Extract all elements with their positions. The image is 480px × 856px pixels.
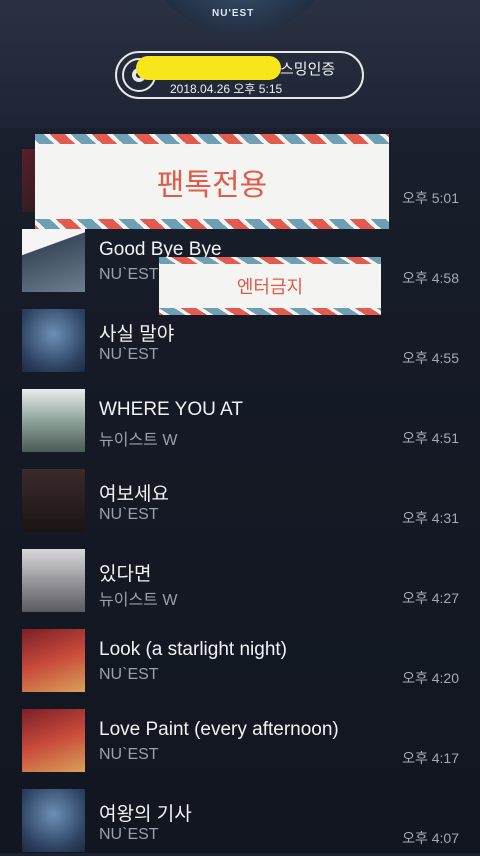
track-time: 오후 4:31 [402,510,459,526]
track-artist: 뉴이스트 W [99,432,178,449]
album-thumb [22,389,85,452]
track-artist: NU`EST [99,266,159,283]
stream-title: 스밍인증 [280,61,336,78]
track-title: WHERE YOU AT [99,399,243,420]
list-item[interactable]: 여왕의 기사 NU`EST 오후 4:07 [0,776,480,856]
fan-only-stamp: 팬톡전용 [35,134,389,229]
stream-datetime: 2018.04.26 오후 5:15 [170,82,283,96]
track-title: Look (a starlight night) [99,639,287,660]
track-title: 여왕의 기사 [99,804,192,825]
album-thumb [22,229,85,292]
track-title: 여보세요 [99,484,169,505]
track-time: 오후 5:01 [402,190,459,206]
album-thumb [22,469,85,532]
list-item[interactable]: WHERE YOU AT 뉴이스트 W 오후 4:51 [0,376,480,456]
track-time: 오후 4:17 [402,750,459,766]
track-time: 오후 4:55 [402,350,459,366]
album-thumb [22,309,85,372]
album-thumb [22,709,85,772]
no-entertainment-stamp: 엔터금지 [159,257,381,315]
track-artist: NU`EST [99,666,159,683]
list-item[interactable]: 여보세요 NU`EST 오후 4:31 [0,456,480,536]
track-time: 오후 4:51 [402,430,459,446]
track-title: 있다면 [99,564,152,585]
track-title: 사실 말야 [99,324,175,345]
list-item[interactable]: Look (a starlight night) NU`EST 오후 4:20 [0,616,480,696]
album-thumb [22,549,85,612]
track-artist: NU`EST [99,346,159,363]
track-title: Love Paint (every afternoon) [99,719,339,740]
list-item[interactable]: 있다면 뉴이스트 W 오후 4:27 [0,536,480,616]
album-thumb [22,789,85,852]
album-logo: NU'EST [212,8,255,19]
track-artist: NU`EST [99,506,159,523]
track-time: 오후 4:58 [402,270,459,286]
list-item[interactable]: Love Paint (every afternoon) NU`EST 오후 4… [0,696,480,776]
album-art-top: NU'EST [140,0,340,34]
track-time: 오후 4:27 [402,590,459,606]
redaction-mark [136,56,281,80]
track-time: 오후 4:20 [402,670,459,686]
track-artist: 뉴이스트 W [99,592,178,609]
track-artist: NU`EST [99,746,159,763]
header: NU'EST 스밍인증 2018.04.26 오후 5:15 [0,0,480,128]
album-thumb [22,629,85,692]
track-artist: NU`EST [99,826,159,843]
track-time: 오후 4:07 [402,830,459,846]
